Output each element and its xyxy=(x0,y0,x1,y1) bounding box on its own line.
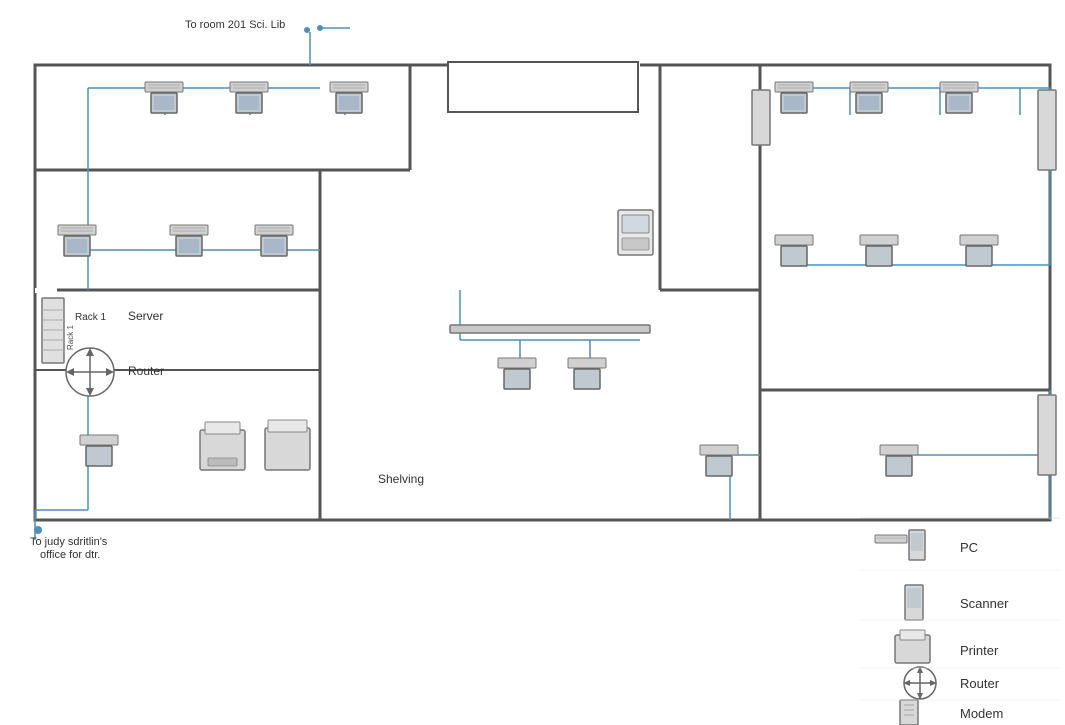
svg-text:Server: Server xyxy=(128,309,163,323)
svg-text:To judy sdritlin's: To judy sdritlin's xyxy=(30,536,108,548)
svg-text:PC: PC xyxy=(960,540,978,555)
svg-text:Rack 1: Rack 1 xyxy=(75,312,107,323)
svg-text:Shelving: Shelving xyxy=(378,472,424,486)
svg-text:office for dtr.: office for dtr. xyxy=(40,549,100,561)
floor-plan: Rack 1 xyxy=(0,0,1065,725)
svg-text:Router: Router xyxy=(128,364,164,378)
svg-text:Rack 1: Rack 1 xyxy=(66,325,75,350)
svg-text:Printer: Printer xyxy=(960,643,999,658)
svg-text:Scanner: Scanner xyxy=(960,596,1009,611)
svg-text:To room 201 Sci. Lib: To room 201 Sci. Lib xyxy=(185,19,285,31)
svg-text:Router: Router xyxy=(960,676,1000,691)
diagram-container: Rack 1 xyxy=(0,0,1065,725)
svg-text:Modem: Modem xyxy=(960,706,1003,721)
